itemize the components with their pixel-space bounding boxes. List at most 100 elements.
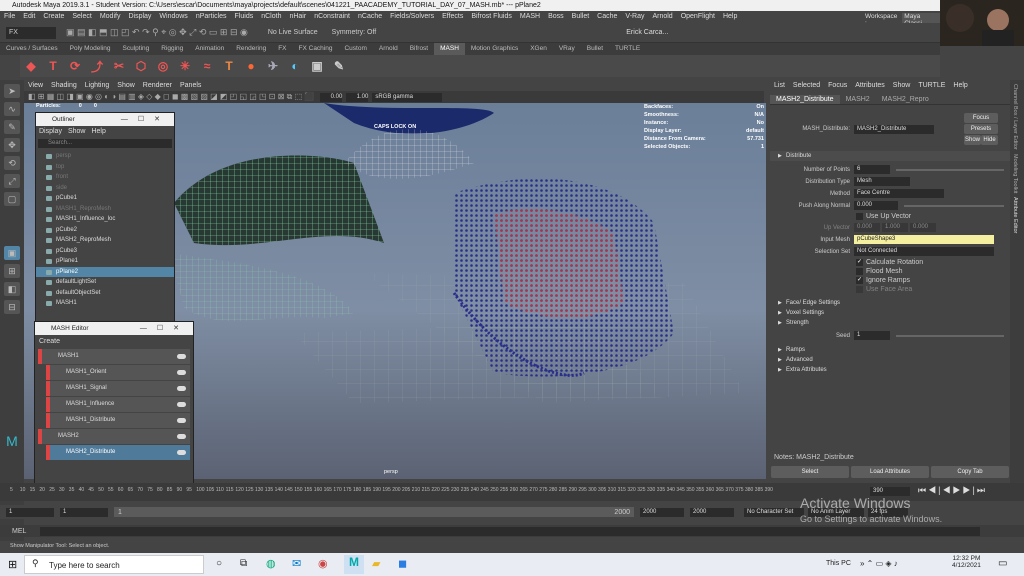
shelf-tab-rendering[interactable]: Rendering	[230, 43, 272, 55]
up-vector-checkbox[interactable]	[856, 213, 863, 220]
collapsed-section[interactable]: Face/ Edge Settings	[770, 298, 1010, 308]
menu-nhair[interactable]: nHair	[285, 11, 310, 23]
range-end-field[interactable]: 2000	[640, 507, 684, 517]
mash-curve-icon[interactable]: ⤴	[89, 58, 105, 74]
range-start-field[interactable]: 1	[6, 507, 54, 517]
playback-controls[interactable]: ⏮◀|◀▶▶|⏭	[918, 485, 987, 496]
live-surface[interactable]: No Live Surface	[268, 29, 318, 36]
footer-button[interactable]: Load Attributes	[851, 466, 929, 478]
mash-ball-icon[interactable]: ●	[243, 58, 259, 74]
toolbar-icons[interactable]: ▣ ▤ ◧ ⬒ ◫ ◰ ↶ ↷ ⚲ ⌖ ◎ ✥ ⤢ ⟲ ▭ ⊞ ⊟ ◉	[66, 27, 248, 38]
outliner-item[interactable]: pCube1	[36, 193, 174, 204]
attr-menu-turtle[interactable]: TURTLE	[914, 80, 949, 91]
mash-node-row[interactable]: MASH1_Orient	[46, 365, 190, 380]
panel-menu-show[interactable]: Show	[113, 80, 139, 91]
menu-fluids[interactable]: Fluids	[231, 11, 258, 23]
seed-field[interactable]: 1	[854, 331, 890, 340]
checkbox[interactable]: ✓	[856, 259, 863, 266]
outliner-menu-display[interactable]: Display	[36, 126, 65, 137]
menu-file[interactable]: File	[0, 11, 19, 23]
outliner-item[interactable]: pPlane1	[36, 256, 174, 267]
num-points-slider[interactable]	[896, 168, 1004, 171]
shelf-tab-motion-graphics[interactable]: Motion Graphics	[465, 43, 524, 55]
gamma-field[interactable]: 1.00	[346, 92, 369, 102]
menu-cache[interactable]: Cache	[593, 11, 621, 23]
four-view-icon[interactable]: ⊞	[4, 264, 20, 278]
menu-effects[interactable]: Effects	[438, 11, 467, 23]
outliner-item[interactable]: defaultLightSet	[36, 277, 174, 288]
shelf-tab-animation[interactable]: Animation	[189, 43, 230, 55]
shelf-tab-rigging[interactable]: Rigging	[155, 43, 189, 55]
dist-type-dropdown[interactable]: Mesh	[854, 177, 910, 186]
panel-menu-lighting[interactable]: Lighting	[81, 80, 114, 91]
outliner-item[interactable]: defaultObjectSet	[36, 288, 174, 299]
node-toggle[interactable]	[177, 370, 186, 375]
explorer-icon[interactable]: ▰	[372, 557, 380, 570]
window-controls[interactable]: —☐✕	[140, 322, 189, 335]
node-toggle[interactable]	[177, 450, 186, 455]
selection-set-field[interactable]: Not Connected	[854, 247, 994, 256]
collapsed-section[interactable]: Extra Attributes	[770, 365, 1010, 375]
hide-button[interactable]: Hide	[981, 135, 998, 145]
menu-set-dropdown[interactable]: FX	[6, 26, 56, 39]
character-set-dropdown[interactable]: No Character Set	[744, 507, 804, 517]
mash-node-row[interactable]: MASH1_Distribute	[46, 413, 190, 428]
mash-node-row[interactable]: MASH2	[38, 429, 190, 444]
outliner-item[interactable]: MASH2_ReproMesh	[36, 235, 174, 246]
menu-ncloth[interactable]: nCloth	[257, 11, 285, 23]
shelf-tab-mash[interactable]: MASH	[434, 43, 465, 55]
collapsed-section[interactable]: Advanced	[770, 355, 1010, 365]
collapsed-section[interactable]: Ramps	[770, 345, 1010, 355]
seed-slider[interactable]	[896, 334, 1004, 337]
node-toggle[interactable]	[177, 418, 186, 423]
outliner-menu-help[interactable]: Help	[88, 126, 108, 137]
outliner-item[interactable]: side	[36, 183, 174, 194]
colorspace-dropdown[interactable]: sRGB gamma	[372, 92, 443, 102]
menu-nconstraint[interactable]: nConstraint	[310, 11, 354, 23]
maya-taskbar-icon[interactable]: M	[344, 555, 364, 574]
menu-bullet[interactable]: Bullet	[568, 11, 594, 23]
mash-type-icon[interactable]: T	[45, 58, 61, 74]
distribute-section[interactable]: Distribute	[770, 151, 1010, 161]
cortana-icon[interactable]: ○	[216, 558, 222, 569]
tray-icons[interactable]: » ⌃ ▭ ◈ ♪	[860, 559, 898, 568]
panel-tool-icons[interactable]: ◧ ⊞ ▦ ◫ ◨ ▣ ◉ ◎ ◐ ◑ ▤ ▥ ◈ ◇ ◆ ◻ ◼ ▩ ▧ ▨ …	[28, 92, 314, 102]
shelf-tab-curves-surfaces[interactable]: Curves / Surfaces	[0, 43, 64, 55]
lasso-tool-icon[interactable]: ∿	[4, 102, 20, 116]
mash-node-row[interactable]: MASH1_Signal	[46, 381, 190, 396]
panel-menu-shading[interactable]: Shading	[47, 80, 81, 91]
outliner-titlebar[interactable]: Outliner —☐✕	[36, 113, 174, 126]
select-tool-icon[interactable]: ➤	[4, 84, 20, 98]
outliner-item[interactable]: pCube3	[36, 246, 174, 257]
outliner-item[interactable]: MASH1_Influence_loc	[36, 214, 174, 225]
app-icon[interactable]: ◉	[318, 557, 328, 570]
range-start2-field[interactable]: 1	[60, 507, 108, 517]
outliner-item[interactable]: front	[36, 172, 174, 183]
mash-create-menu[interactable]: Create	[35, 335, 193, 348]
mash-box-icon[interactable]: ▣	[309, 58, 325, 74]
mash-node-row[interactable]: MASH1	[38, 349, 190, 364]
shelf-tab-bifrost[interactable]: Bifrost	[404, 43, 434, 55]
mash-color-icon[interactable]: ◐	[287, 58, 303, 74]
mash-node-row[interactable]: MASH2_Distribute	[46, 445, 190, 460]
shelf-tab-bullet[interactable]: Bullet	[581, 43, 609, 55]
menu-fields-solvers[interactable]: Fields/Solvers	[386, 11, 438, 23]
outliner-search[interactable]: Search...	[38, 139, 172, 148]
start-icon[interactable]: ⊞	[8, 558, 17, 571]
taskbar-search[interactable]: Type here to search	[24, 555, 204, 574]
node-toggle[interactable]	[177, 402, 186, 407]
panel-menu-panels[interactable]: Panels	[176, 80, 205, 91]
mail-icon[interactable]: ✉	[292, 557, 301, 570]
user-account[interactable]: Erick Carca...	[626, 29, 668, 36]
symmetry[interactable]: Symmetry: Off	[332, 29, 377, 36]
this-pc-label[interactable]: This PC	[826, 560, 851, 567]
layout-icon[interactable]: ◧	[4, 282, 20, 296]
mash-signal-icon[interactable]: ≈	[199, 58, 215, 74]
attr-menu-help[interactable]: Help	[949, 80, 971, 91]
mash-type-icon-2[interactable]: T	[221, 58, 237, 74]
menu-display[interactable]: Display	[124, 11, 155, 23]
menu-modify[interactable]: Modify	[96, 11, 125, 23]
attribute-editor-tab[interactable]: Attribute Editor	[1012, 197, 1018, 233]
presets-button[interactable]: Presets	[964, 124, 998, 134]
node-toggle[interactable]	[177, 434, 186, 439]
